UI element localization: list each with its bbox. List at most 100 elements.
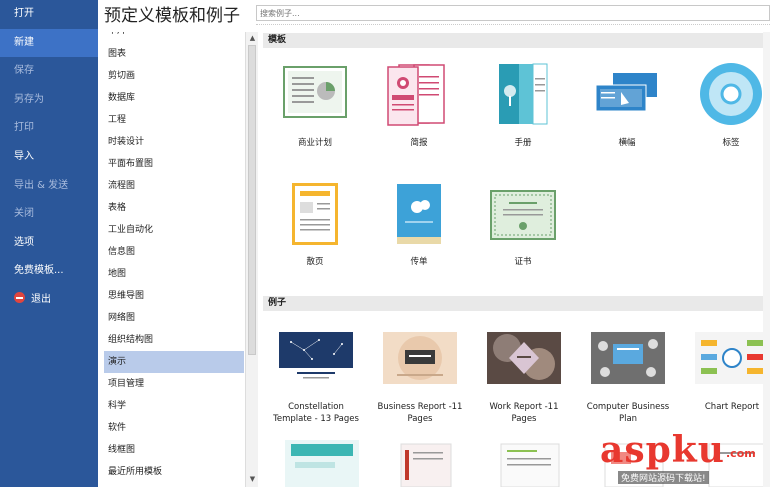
templates-header: 模板	[263, 33, 770, 48]
example-label: Business Report -11 Pages	[377, 402, 463, 424]
sidebar-item-label: 关闭	[14, 208, 34, 220]
example-label: Computer Business Plan	[586, 402, 670, 424]
category-item[interactable]: 卡片	[104, 32, 244, 42]
template-leaflet[interactable]: 传单	[369, 177, 469, 268]
sidebar-item-open[interactable]: 打开	[0, 0, 98, 29]
watermark-logo: aspku .com 免费网站源码下载站!	[600, 430, 770, 487]
scroll-thumb[interactable]	[248, 45, 256, 355]
category-item[interactable]: 剪切画	[104, 65, 244, 87]
watermark-logo-text: aspku	[600, 429, 725, 471]
example-thumbnail-partial[interactable]	[493, 440, 567, 487]
certificate-icon	[473, 177, 573, 252]
sidebar-item-save-as[interactable]: 另存为	[0, 86, 98, 115]
category-item[interactable]: 工业自动化	[104, 219, 244, 241]
sidebar-item-free-templates[interactable]: 免费模板...	[0, 257, 98, 286]
sidebar-item-exit[interactable]: 退出	[0, 286, 98, 315]
sidebar-item-label: 退出	[31, 293, 51, 305]
template-business-plan[interactable]: 商业计划	[265, 58, 365, 149]
example-thumbnail	[591, 332, 665, 384]
category-item[interactable]: 流程图	[104, 175, 244, 197]
sidebar-item-label: 选项	[14, 236, 34, 248]
search-input[interactable]	[256, 5, 770, 21]
sidebar-item-import[interactable]: 导入	[0, 143, 98, 172]
category-item[interactable]: 软件	[104, 417, 244, 439]
template-brochure[interactable]: 手册	[473, 58, 573, 149]
example-thumbnail	[487, 332, 561, 384]
template-label: 散页	[306, 257, 324, 267]
category-item[interactable]: 思维导图	[104, 285, 244, 307]
sidebar-item-export-send[interactable]: 导出 & 发送	[0, 172, 98, 201]
category-item[interactable]: 图表	[104, 43, 244, 65]
category-item[interactable]: 平面布置图	[104, 153, 244, 175]
category-item[interactable]: 网络图	[104, 307, 244, 329]
scroll-up-arrow-icon[interactable]: ▲	[247, 33, 258, 44]
example-thumbnail-partial[interactable]	[389, 440, 463, 487]
category-item[interactable]: 工程	[104, 109, 244, 131]
category-item[interactable]: 组织结构图	[104, 329, 244, 351]
template-label: 简报	[410, 138, 428, 148]
category-item[interactable]: 线框图	[104, 439, 244, 461]
banner-icon	[577, 58, 677, 133]
category-item-selected[interactable]: 演示	[104, 351, 244, 373]
template-label: 证书	[514, 257, 532, 267]
category-item[interactable]: 最近所用模板	[104, 461, 244, 483]
sidebar-item-options[interactable]: 选项	[0, 229, 98, 258]
category-item[interactable]: 数据库	[104, 87, 244, 109]
content-scrollbar[interactable]	[763, 32, 770, 487]
newsletter-icon	[369, 58, 469, 133]
template-label: 商业计划	[297, 138, 332, 148]
sidebar-item-print[interactable]: 打印	[0, 114, 98, 143]
sidebar-item-label: 保存	[14, 65, 34, 77]
example-computer-business-plan[interactable]: Computer Business Plan	[576, 332, 680, 425]
category-scrollbar[interactable]: ▲ ▼	[245, 32, 258, 487]
example-business-report[interactable]: Business Report -11 Pages	[368, 332, 472, 425]
sidebar-item-label: 导入	[14, 150, 34, 162]
template-banner[interactable]: 横幅	[577, 58, 677, 149]
examples-header: 例子	[263, 296, 770, 311]
page-title: 预定义模板和例子	[104, 6, 240, 26]
example-chart-report[interactable]: Chart Report	[680, 332, 770, 413]
example-thumbnail	[279, 332, 353, 384]
sidebar-item-label: 另存为	[14, 93, 44, 105]
example-thumbnail-partial[interactable]	[285, 440, 359, 487]
category-item[interactable]: 时装设计	[104, 131, 244, 153]
sidebar-item-label: 打开	[14, 8, 34, 19]
cd-label-icon	[681, 58, 770, 133]
example-work-report[interactable]: Work Report -11 Pages	[472, 332, 576, 425]
category-item[interactable]: 信息图	[104, 241, 244, 263]
business-plan-icon	[265, 58, 365, 133]
sidebar-item-label: 免费模板...	[14, 265, 64, 277]
sidebar-item-label: 新建	[14, 36, 34, 48]
leaflet-icon	[369, 177, 469, 252]
flyer-icon	[265, 177, 365, 252]
template-cd-label[interactable]: 标签	[681, 58, 770, 149]
example-label: Constellation Template - 13 Pages	[273, 402, 359, 424]
template-label: 横幅	[618, 138, 636, 148]
template-certificate[interactable]: 证书	[473, 177, 573, 268]
sidebar-item-close[interactable]: 关闭	[0, 200, 98, 229]
example-label: Chart Report	[704, 402, 760, 412]
category-item[interactable]: 项目管理	[104, 373, 244, 395]
sidebar-item-new[interactable]: 新建	[0, 28, 98, 58]
category-list: 卡片 图表 剪切画 数据库 工程 时装设计 平面布置图 流程图 表格 工业自动化…	[104, 32, 244, 487]
category-item[interactable]: 地图	[104, 263, 244, 285]
sidebar-item-label: 打印	[14, 122, 34, 134]
example-constellation[interactable]: Constellation Template - 13 Pages	[264, 332, 368, 425]
template-label: 标签	[722, 138, 740, 148]
example-thumbnail	[695, 332, 769, 384]
category-item[interactable]: 科学	[104, 395, 244, 417]
sidebar-item-save[interactable]: 保存	[0, 57, 98, 86]
example-thumbnail	[383, 332, 457, 384]
watermark-subtitle: 免费网站源码下载站!	[618, 471, 709, 484]
template-flyer[interactable]: 散页	[265, 177, 365, 268]
template-newsletter[interactable]: 简报	[369, 58, 469, 149]
watermark-domain: .com	[726, 447, 756, 460]
backstage-sidebar: 打开 新建 保存 另存为 打印 导入 导出 & 发送 关闭 选项 免费模板...…	[0, 0, 98, 487]
exit-icon	[14, 292, 25, 304]
scroll-down-arrow-icon[interactable]: ▼	[247, 474, 258, 485]
category-item[interactable]: 表格	[104, 197, 244, 219]
template-label: 传单	[410, 257, 428, 267]
divider	[256, 24, 770, 25]
sidebar-item-label: 导出 & 发送	[14, 179, 69, 191]
brochure-icon	[473, 58, 573, 133]
